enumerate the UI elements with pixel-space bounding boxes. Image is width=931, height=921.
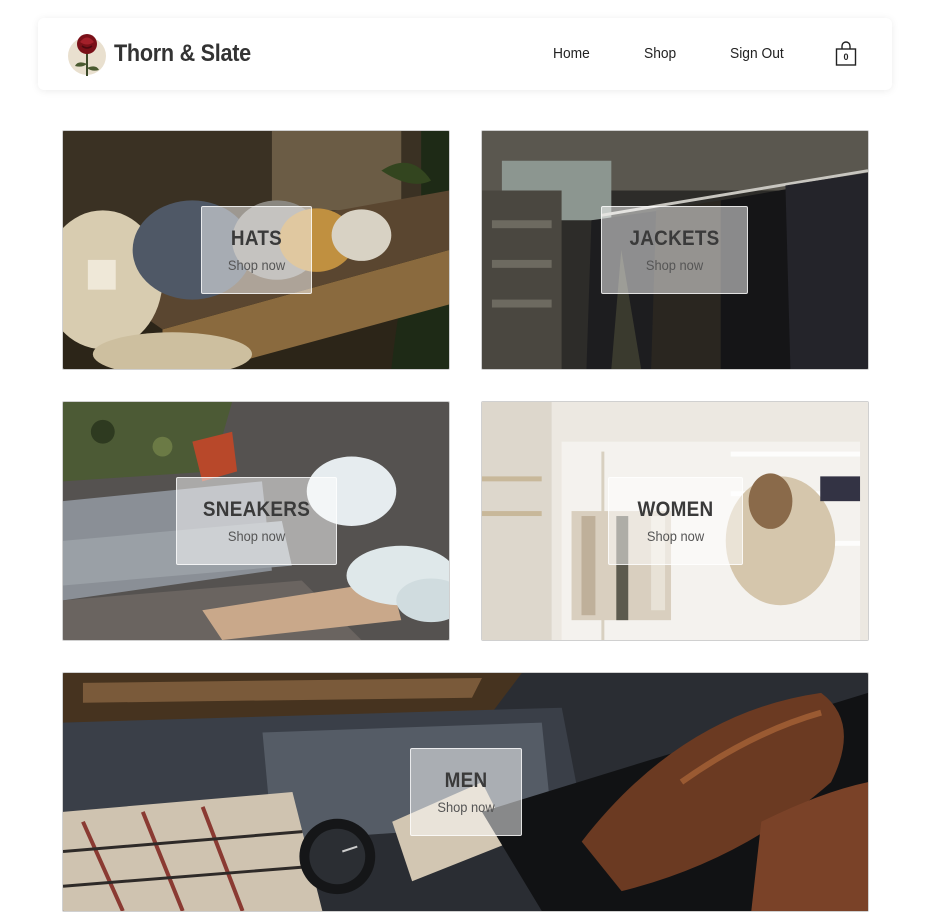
category-tile-women[interactable]: WOMEN Shop now	[481, 401, 869, 641]
shop-now-link[interactable]: Shop now	[614, 528, 736, 544]
category-title: WOMEN	[637, 498, 714, 521]
category-title: JACKETS	[629, 227, 720, 250]
rose-logo-icon[interactable]	[66, 30, 108, 78]
shop-now-link[interactable]: Shop now	[415, 799, 516, 815]
category-title: HATS	[230, 227, 283, 250]
category-label-sneakers: SNEAKERS Shop now	[176, 477, 337, 565]
category-tile-men[interactable]: MEN Shop now	[62, 672, 869, 912]
shop-now-link[interactable]: Shop now	[183, 528, 329, 544]
category-title: SNEAKERS	[202, 498, 311, 521]
category-label-hats: HATS Shop now	[201, 206, 312, 294]
category-label-men: MEN Shop now	[410, 748, 522, 836]
shop-now-link[interactable]: Shop now	[206, 257, 306, 273]
site-header: Thorn & Slate Home Shop Sign Out 0	[38, 18, 892, 90]
cart-count: 0	[843, 52, 849, 62]
category-tile-jackets[interactable]: JACKETS Shop now	[481, 130, 869, 370]
category-title: MEN	[444, 769, 488, 792]
category-label-jackets: JACKETS Shop now	[601, 206, 748, 294]
brand-name[interactable]: Thorn & Slate	[114, 40, 251, 68]
category-tile-hats[interactable]: HATS Shop now	[62, 130, 450, 370]
category-label-women: WOMEN Shop now	[608, 477, 743, 565]
shop-now-link[interactable]: Shop now	[608, 257, 741, 273]
category-tile-sneakers[interactable]: SNEAKERS Shop now	[62, 401, 450, 641]
nav-sign-out-link[interactable]: Sign Out	[730, 45, 784, 62]
cart-button[interactable]: 0	[835, 41, 857, 67]
nav-home-link[interactable]: Home	[553, 45, 590, 62]
nav-shop-link[interactable]: Shop	[644, 45, 676, 62]
